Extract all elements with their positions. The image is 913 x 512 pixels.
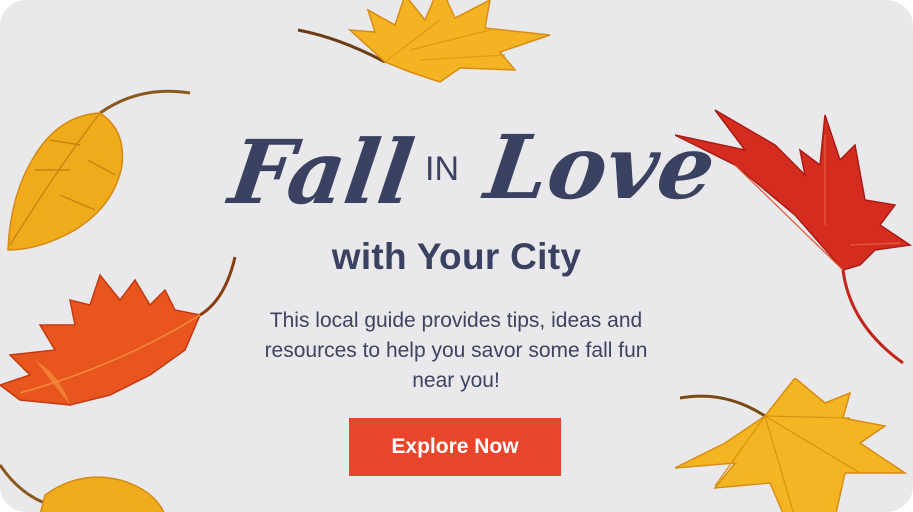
headline-fall: Fall <box>221 120 420 223</box>
explore-now-button[interactable]: Explore Now <box>349 418 561 476</box>
orange-oak-leaf-icon <box>0 256 237 406</box>
promo-banner: Fall IN Love with Your City This local g… <box>0 0 913 512</box>
yellow-leaf-bottom-left-icon <box>0 464 165 512</box>
description: This local guide provides tips, ideas an… <box>264 309 648 392</box>
subtitle: with Your City <box>331 236 582 277</box>
maple-leaf-top-icon <box>297 0 551 83</box>
headline-love: Love <box>476 115 721 218</box>
headline: Fall IN Love <box>0 108 913 228</box>
headline-in: IN <box>425 150 459 188</box>
yellow-maple-leaf-right-icon <box>675 378 908 512</box>
